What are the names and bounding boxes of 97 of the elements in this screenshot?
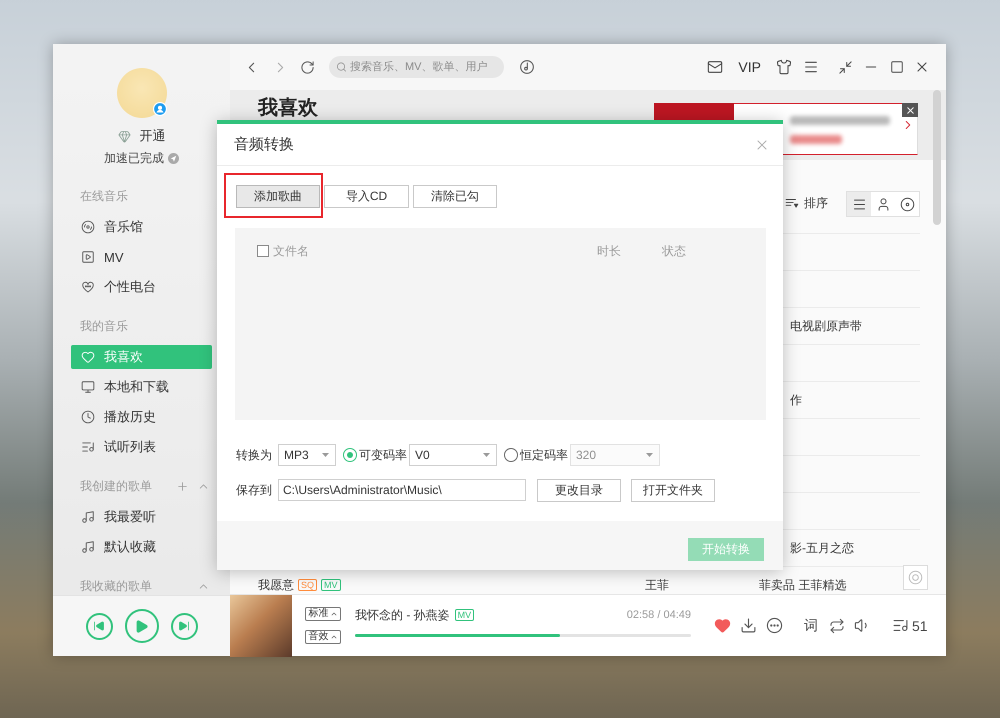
radio-button[interactable] bbox=[504, 448, 518, 462]
action-button[interactable]: 添加歌曲 bbox=[236, 185, 320, 208]
column-header: 状态 bbox=[662, 244, 686, 258]
maximize-icon[interactable] bbox=[890, 60, 904, 74]
action-button[interactable]: 导入CD bbox=[324, 185, 409, 208]
time-display: 02:58 / 04:49 bbox=[626, 608, 691, 623]
search-icon bbox=[336, 61, 347, 73]
quality-badge: MV bbox=[321, 579, 341, 591]
music-note-icon bbox=[81, 540, 95, 554]
view-button[interactable] bbox=[847, 192, 871, 216]
album-cover-photo bbox=[230, 594, 292, 656]
vip-link[interactable]: VIP bbox=[738, 58, 761, 76]
monitor-icon bbox=[81, 380, 95, 394]
radio-label: 可变码率 bbox=[359, 447, 407, 463]
path-field[interactable]: C:\Users\Administrator\Music\ bbox=[278, 479, 526, 501]
folder-button[interactable]: 打开文件夹 bbox=[631, 478, 715, 502]
format-label: 转换为 bbox=[236, 447, 273, 463]
person-badge-icon bbox=[152, 102, 166, 116]
repeat-icon[interactable] bbox=[829, 618, 845, 634]
lyrics-button[interactable]: 词 bbox=[804, 616, 818, 634]
menu-icon[interactable] bbox=[803, 59, 819, 75]
heart-dots-icon bbox=[81, 280, 95, 294]
folder-button[interactable]: 更改目录 bbox=[537, 478, 621, 502]
sidebar-item[interactable]: 个性电台 bbox=[71, 275, 212, 299]
music-circle-icon[interactable] bbox=[519, 59, 535, 75]
section-title: 在线音乐 bbox=[80, 188, 129, 204]
shirt-icon[interactable] bbox=[776, 59, 792, 75]
avatar[interactable] bbox=[116, 68, 166, 118]
quality-badge: SQ bbox=[298, 579, 318, 591]
song-title: 我怀念的 - 孙燕姿 bbox=[355, 607, 450, 623]
playlist-button[interactable]: 51 bbox=[892, 617, 928, 634]
section-title: 我的音乐 bbox=[80, 318, 129, 334]
disc-icon bbox=[81, 220, 95, 234]
close-button[interactable] bbox=[902, 103, 918, 117]
more-icon[interactable] bbox=[766, 617, 783, 634]
music-note-icon bbox=[81, 510, 95, 524]
skip-forward-icon bbox=[178, 620, 190, 632]
page-title: 我喜欢 bbox=[258, 97, 318, 119]
refresh-icon[interactable] bbox=[300, 60, 315, 74]
album-name: 电视剧原声带 bbox=[789, 319, 862, 333]
caret-down-icon bbox=[483, 453, 490, 457]
caret-up-icon bbox=[330, 633, 338, 641]
album-name: 影-五月之恋 bbox=[789, 541, 854, 555]
sidebar-item[interactable]: 播放历史 bbox=[71, 405, 212, 429]
sound-effect-button[interactable]: 音效 bbox=[305, 630, 341, 644]
checkbox[interactable] bbox=[257, 245, 269, 257]
play-square-icon bbox=[81, 250, 95, 264]
save-label: 保存到 bbox=[236, 482, 273, 498]
download-icon[interactable] bbox=[740, 617, 757, 634]
sidebar-item[interactable]: 默认收藏 bbox=[71, 535, 212, 559]
section-title: 我创建的歌单 bbox=[80, 478, 153, 494]
sidebar-item[interactable]: 我最爱听 bbox=[71, 505, 212, 529]
arrow-badge-icon bbox=[168, 152, 179, 164]
skip-back-icon bbox=[93, 620, 105, 632]
music-list-icon bbox=[81, 440, 95, 454]
play-icon bbox=[134, 618, 149, 634]
album-name: 作 bbox=[789, 393, 802, 407]
radio-button[interactable] bbox=[343, 448, 357, 462]
person-icon bbox=[876, 196, 890, 212]
blurred-text-drawing bbox=[790, 135, 842, 144]
sort-button[interactable]: 排序 bbox=[785, 191, 828, 215]
progress-track[interactable] bbox=[355, 634, 691, 637]
list-icon bbox=[852, 196, 866, 212]
caret-down-icon bbox=[322, 453, 329, 457]
disc-icon bbox=[900, 196, 914, 212]
playlist-icon bbox=[892, 617, 909, 634]
column-header: 时长 bbox=[597, 244, 621, 258]
heart-icon bbox=[81, 350, 95, 364]
caret-down-icon bbox=[646, 453, 653, 457]
album-name: 菲卖品 王菲精选 bbox=[759, 578, 846, 592]
sidebar-item[interactable]: 本地和下载 bbox=[71, 375, 212, 399]
scrollbar-thumb[interactable] bbox=[933, 90, 941, 225]
clock-icon bbox=[81, 410, 95, 424]
format-select[interactable]: MP3 bbox=[278, 444, 336, 466]
action-button[interactable]: 清除已勾 bbox=[413, 185, 497, 208]
singer-name: 王菲 bbox=[645, 578, 669, 592]
sort-icon bbox=[785, 196, 799, 210]
diamond-icon bbox=[118, 130, 130, 142]
status-text: 加速已完成 bbox=[104, 150, 164, 166]
sidebar-item[interactable]: 试听列表 bbox=[71, 435, 212, 459]
dialog-title: 音频转换 bbox=[234, 134, 294, 154]
target-icon bbox=[908, 570, 923, 585]
radio-label: 恒定码率 bbox=[520, 447, 568, 463]
vip-link[interactable]: 开通 bbox=[140, 128, 166, 144]
section-title: 我收藏的歌单 bbox=[80, 578, 153, 594]
bitrate-select[interactable]: V0 bbox=[409, 444, 497, 466]
quality-button[interactable]: 标准 bbox=[305, 607, 341, 621]
song-title: 我愿意 bbox=[258, 577, 294, 593]
sidebar-item[interactable]: MV bbox=[71, 245, 212, 269]
mail-icon[interactable] bbox=[707, 59, 724, 75]
search-field[interactable]: 搜索音乐、MV、歌单、用户 bbox=[329, 56, 504, 78]
caret-up-icon bbox=[330, 610, 338, 618]
heart-icon[interactable] bbox=[714, 617, 731, 634]
column-header: 文件名 bbox=[273, 244, 309, 258]
shrink-arrows-icon[interactable] bbox=[838, 60, 853, 74]
close-icon bbox=[904, 104, 916, 116]
sidebar-item[interactable]: 音乐馆 bbox=[71, 215, 212, 239]
